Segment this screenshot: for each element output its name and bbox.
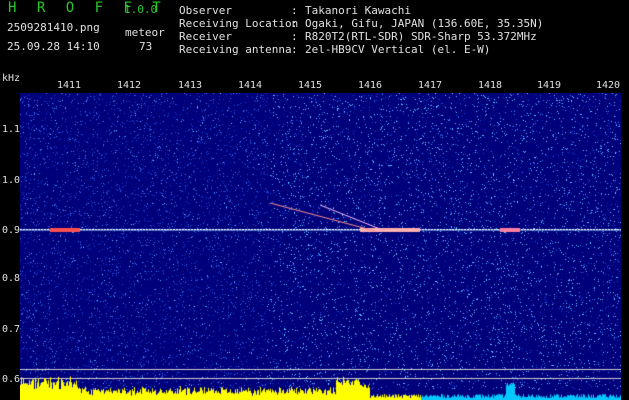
station-row-location: Receiving Location : Ogaki, Gifu, JAPAN … bbox=[179, 17, 543, 30]
station-value: Takanori Kawachi bbox=[305, 4, 411, 17]
station-row-antenna: Receiving antenna : 2el-HB9CV Vertical (… bbox=[179, 43, 543, 56]
station-value: R820T2(RTL-SDR) SDR-Sharp 53.372MHz bbox=[305, 30, 537, 43]
station-key: Receiving antenna bbox=[179, 43, 292, 56]
x-tick-label: 1417 bbox=[417, 80, 443, 91]
x-tick-label: 1411 bbox=[56, 80, 82, 91]
header-panel: H R O F F T 1.0.0 2509281410.png 25.09.2… bbox=[0, 0, 629, 74]
x-tick-label: 1413 bbox=[177, 80, 203, 91]
detection-count: 73 bbox=[139, 40, 153, 53]
station-colon: : bbox=[291, 43, 298, 56]
station-colon: : bbox=[291, 17, 298, 30]
spectrogram-canvas bbox=[20, 93, 621, 400]
station-value: 2el-HB9CV Vertical (el. E-W) bbox=[305, 43, 491, 56]
y-tick-label: 1.0 bbox=[2, 175, 21, 186]
detection-label: meteor bbox=[125, 26, 165, 39]
station-key: Receiver bbox=[179, 30, 232, 43]
y-tick-label: 0.9 bbox=[2, 225, 21, 236]
x-tick-label: 1415 bbox=[297, 80, 323, 91]
station-colon: : bbox=[291, 4, 298, 17]
station-key: Observer bbox=[179, 4, 232, 17]
y-axis-unit: kHz bbox=[2, 73, 21, 84]
x-tick-label: 1418 bbox=[477, 80, 503, 91]
x-tick-label: 1420 bbox=[595, 80, 621, 91]
station-key: Receiving Location bbox=[179, 17, 299, 30]
date-time: 25.09.28 14:10 bbox=[7, 40, 100, 53]
x-tick-label: 1414 bbox=[237, 80, 263, 91]
x-tick-label: 1419 bbox=[536, 80, 562, 91]
station-row-observer: Observer : Takanori Kawachi bbox=[179, 4, 543, 17]
file-name: 2509281410.png bbox=[7, 21, 100, 34]
y-tick-label: 1.1 bbox=[2, 124, 21, 135]
x-tick-label: 1416 bbox=[357, 80, 383, 91]
y-tick-label: 0.7 bbox=[2, 324, 21, 335]
station-colon: : bbox=[291, 30, 298, 43]
y-tick-label: 0.8 bbox=[2, 273, 21, 284]
station-row-receiver: Receiver : R820T2(RTL-SDR) SDR-Sharp 53.… bbox=[179, 30, 543, 43]
app-version: 1.0.0 bbox=[124, 3, 158, 16]
y-tick-label: 0.6 bbox=[2, 374, 21, 385]
x-tick-label: 1412 bbox=[116, 80, 142, 91]
station-info: Observer : Takanori Kawachi Receiving Lo… bbox=[179, 4, 543, 56]
station-value: Ogaki, Gifu, JAPAN (136.60E, 35.35N) bbox=[305, 17, 544, 30]
